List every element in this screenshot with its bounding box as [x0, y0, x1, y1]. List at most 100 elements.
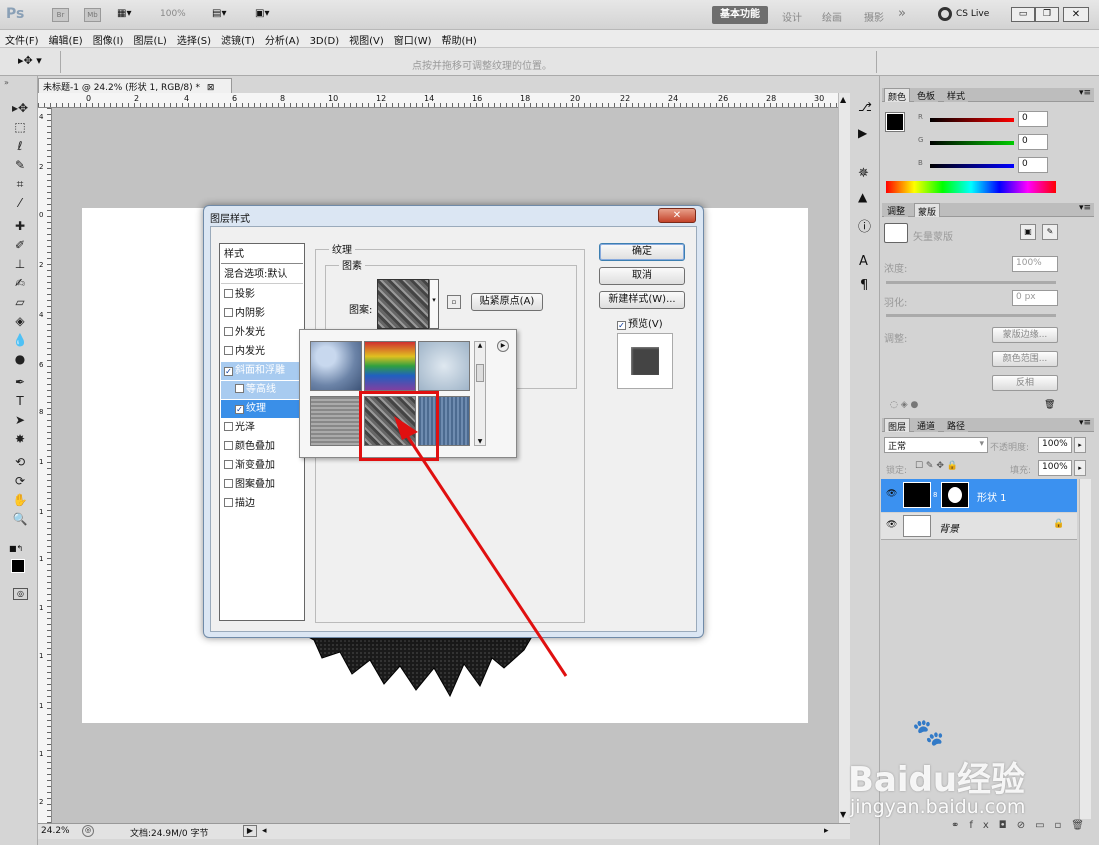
lock-icons[interactable]: ☐ ✎ ✥ 🔒 [915, 461, 958, 471]
blend-mode-select[interactable]: 正常 ▾ [884, 437, 988, 453]
color-spectrum-bar[interactable] [886, 181, 1056, 193]
visibility-eye-icon[interactable]: 👁 [886, 520, 897, 530]
panel-menu-icon[interactable]: ▾≡ [1079, 418, 1091, 428]
checkbox[interactable] [224, 308, 233, 317]
vertical-scrollbar[interactable]: ▲ ▼ [838, 93, 850, 825]
ok-button[interactable]: 确定 [599, 243, 685, 261]
layer-row[interactable]: 👁 背景 🔒 [881, 513, 1077, 540]
density-slider[interactable] [886, 281, 1056, 284]
layers-scrollbar[interactable] [1079, 479, 1091, 819]
checkbox[interactable] [224, 289, 233, 298]
marquee-tool-icon[interactable]: ⬚ [11, 119, 29, 136]
foreground-color-swatch[interactable] [11, 559, 25, 573]
fill-value[interactable]: 100% [1038, 460, 1072, 476]
styles-header[interactable]: 样式 [221, 246, 303, 264]
menu-filter[interactable]: 滤镜(T) [216, 30, 260, 49]
restore-button[interactable]: ❐ [1035, 7, 1059, 22]
style-item-pattern-overlay[interactable]: 图案叠加 [221, 476, 301, 494]
checkbox[interactable] [235, 384, 244, 393]
red-value[interactable]: 0 [1018, 111, 1048, 127]
tab-color[interactable]: 颜色 [884, 88, 911, 103]
menu-layer[interactable]: 图层(L) [128, 30, 171, 49]
menu-image[interactable]: 图像(I) [88, 30, 129, 49]
tab-layers[interactable]: 图层 [884, 418, 911, 433]
tab-swatches[interactable]: 色板 [914, 88, 939, 102]
red-slider[interactable] [930, 118, 1014, 122]
invert-button[interactable]: 反相 [992, 375, 1058, 391]
style-item-drop-shadow[interactable]: 投影 [221, 286, 301, 304]
menu-select[interactable]: 选择(S) [172, 30, 216, 49]
style-item-gradient-overlay[interactable]: 渐变叠加 [221, 457, 301, 475]
menu-edit[interactable]: 编辑(E) [44, 30, 88, 49]
checkbox-checked[interactable]: ✓ [224, 367, 233, 376]
path-selection-tool-icon[interactable]: ➤ [11, 412, 29, 429]
tab-masks[interactable]: 蒙版 [914, 203, 941, 218]
preview-checkbox[interactable]: ✓ 预览(V) [617, 315, 663, 330]
checkbox[interactable] [224, 346, 233, 355]
blue-slider[interactable] [930, 164, 1014, 168]
more-workspaces-icon[interactable]: » [898, 6, 906, 21]
menu-help[interactable]: 帮助(H) [437, 30, 482, 49]
status-menu-icon[interactable]: ▶ [243, 825, 257, 837]
workspace-essentials[interactable]: 基本功能 [712, 6, 768, 24]
checkbox[interactable] [224, 327, 233, 336]
blue-value[interactable]: 0 [1018, 157, 1048, 173]
toolbox-collapse-icon[interactable]: » [4, 78, 9, 87]
opacity-value[interactable]: 100% [1038, 437, 1072, 453]
feather-value[interactable]: 0 px [1012, 290, 1058, 306]
pattern-blue-marble[interactable] [418, 341, 470, 391]
menu-view[interactable]: 视图(V) [344, 30, 389, 49]
workspace-design[interactable]: 设计 [782, 9, 802, 24]
navigator-panel-icon[interactable]: ▲ [858, 190, 867, 204]
green-value[interactable]: 0 [1018, 134, 1048, 150]
character-panel-icon[interactable]: A [859, 254, 868, 269]
lasso-tool-icon[interactable]: ℓ [11, 138, 29, 155]
brush-tool-icon[interactable]: ✐ [11, 237, 29, 254]
style-item-texture[interactable]: ✓ 纹理 [221, 400, 301, 418]
snap-origin-button[interactable]: 贴紧原点(A) [471, 293, 543, 311]
shape-tool-icon[interactable]: ✸ [11, 431, 29, 448]
tool-preset-icon[interactable]: ▸✥ ▾ [18, 54, 42, 67]
pattern-bubbles[interactable] [310, 341, 362, 391]
3d-rotate-tool-icon[interactable]: ⟲ [11, 454, 29, 471]
eraser-tool-icon[interactable]: ▱ [11, 294, 29, 311]
screen-mode-icon[interactable]: ▣▾ [255, 8, 283, 22]
move-tool-icon[interactable]: ▸✥ [11, 100, 29, 117]
3d-panel-icon[interactable]: ✵ [858, 166, 869, 181]
view-extras-icon[interactable]: ▦▾ [117, 8, 141, 22]
mini-bridge-icon[interactable]: Mb [84, 8, 101, 22]
opacity-arrow-icon[interactable]: ▸ [1074, 437, 1086, 453]
dodge-tool-icon[interactable]: ● [11, 351, 29, 368]
delete-mask-icon[interactable]: 🗑 [1044, 400, 1055, 410]
mask-edge-button[interactable]: 蒙版边缘... [992, 327, 1058, 343]
style-item-contour[interactable]: 等高线 [221, 381, 301, 399]
vector-mask-icon[interactable]: ✎ [1042, 224, 1058, 240]
hand-tool-icon[interactable]: ✋ [11, 492, 29, 509]
style-item-color-overlay[interactable]: 颜色叠加 [221, 438, 301, 456]
pixel-mask-icon[interactable]: ▣ [1020, 224, 1036, 240]
style-item-outer-glow[interactable]: 外发光 [221, 324, 301, 342]
healing-brush-tool-icon[interactable]: ✚ [11, 218, 29, 235]
foreground-color-box[interactable] [885, 112, 905, 132]
menu-file[interactable]: 文件(F) [0, 30, 44, 49]
fill-arrow-icon[interactable]: ▸ [1074, 460, 1086, 476]
crop-tool-icon[interactable]: ⌗ [11, 176, 29, 193]
panel-menu-icon[interactable]: ▾≡ [1079, 88, 1091, 98]
checkbox[interactable] [224, 441, 233, 450]
menu-3d[interactable]: 3D(D) [305, 34, 345, 49]
new-style-button[interactable]: 新建样式(W)... [599, 291, 685, 309]
pattern-tie-dye[interactable] [364, 341, 416, 391]
style-item-satin[interactable]: 光泽 [221, 419, 301, 437]
style-item-stroke[interactable]: 描边 [221, 495, 301, 513]
tab-adjustments[interactable]: 调整 [884, 203, 909, 217]
history-brush-tool-icon[interactable]: ✍ [11, 275, 29, 292]
paragraph-panel-icon[interactable]: ¶ [860, 278, 868, 293]
pattern-dropdown-icon[interactable]: ▾ [429, 279, 439, 329]
status-zoom[interactable]: 24.2% [41, 826, 70, 836]
document-tab-close-icon[interactable]: ⊠ [207, 83, 215, 93]
cs-live-icon[interactable] [938, 7, 952, 21]
hscroll-right-icon[interactable]: ▸ [824, 826, 829, 836]
blend-options-item[interactable]: 混合选项:默认 [221, 266, 303, 284]
workspace-photography[interactable]: 摄影 [864, 9, 884, 24]
checkbox[interactable] [224, 422, 233, 431]
